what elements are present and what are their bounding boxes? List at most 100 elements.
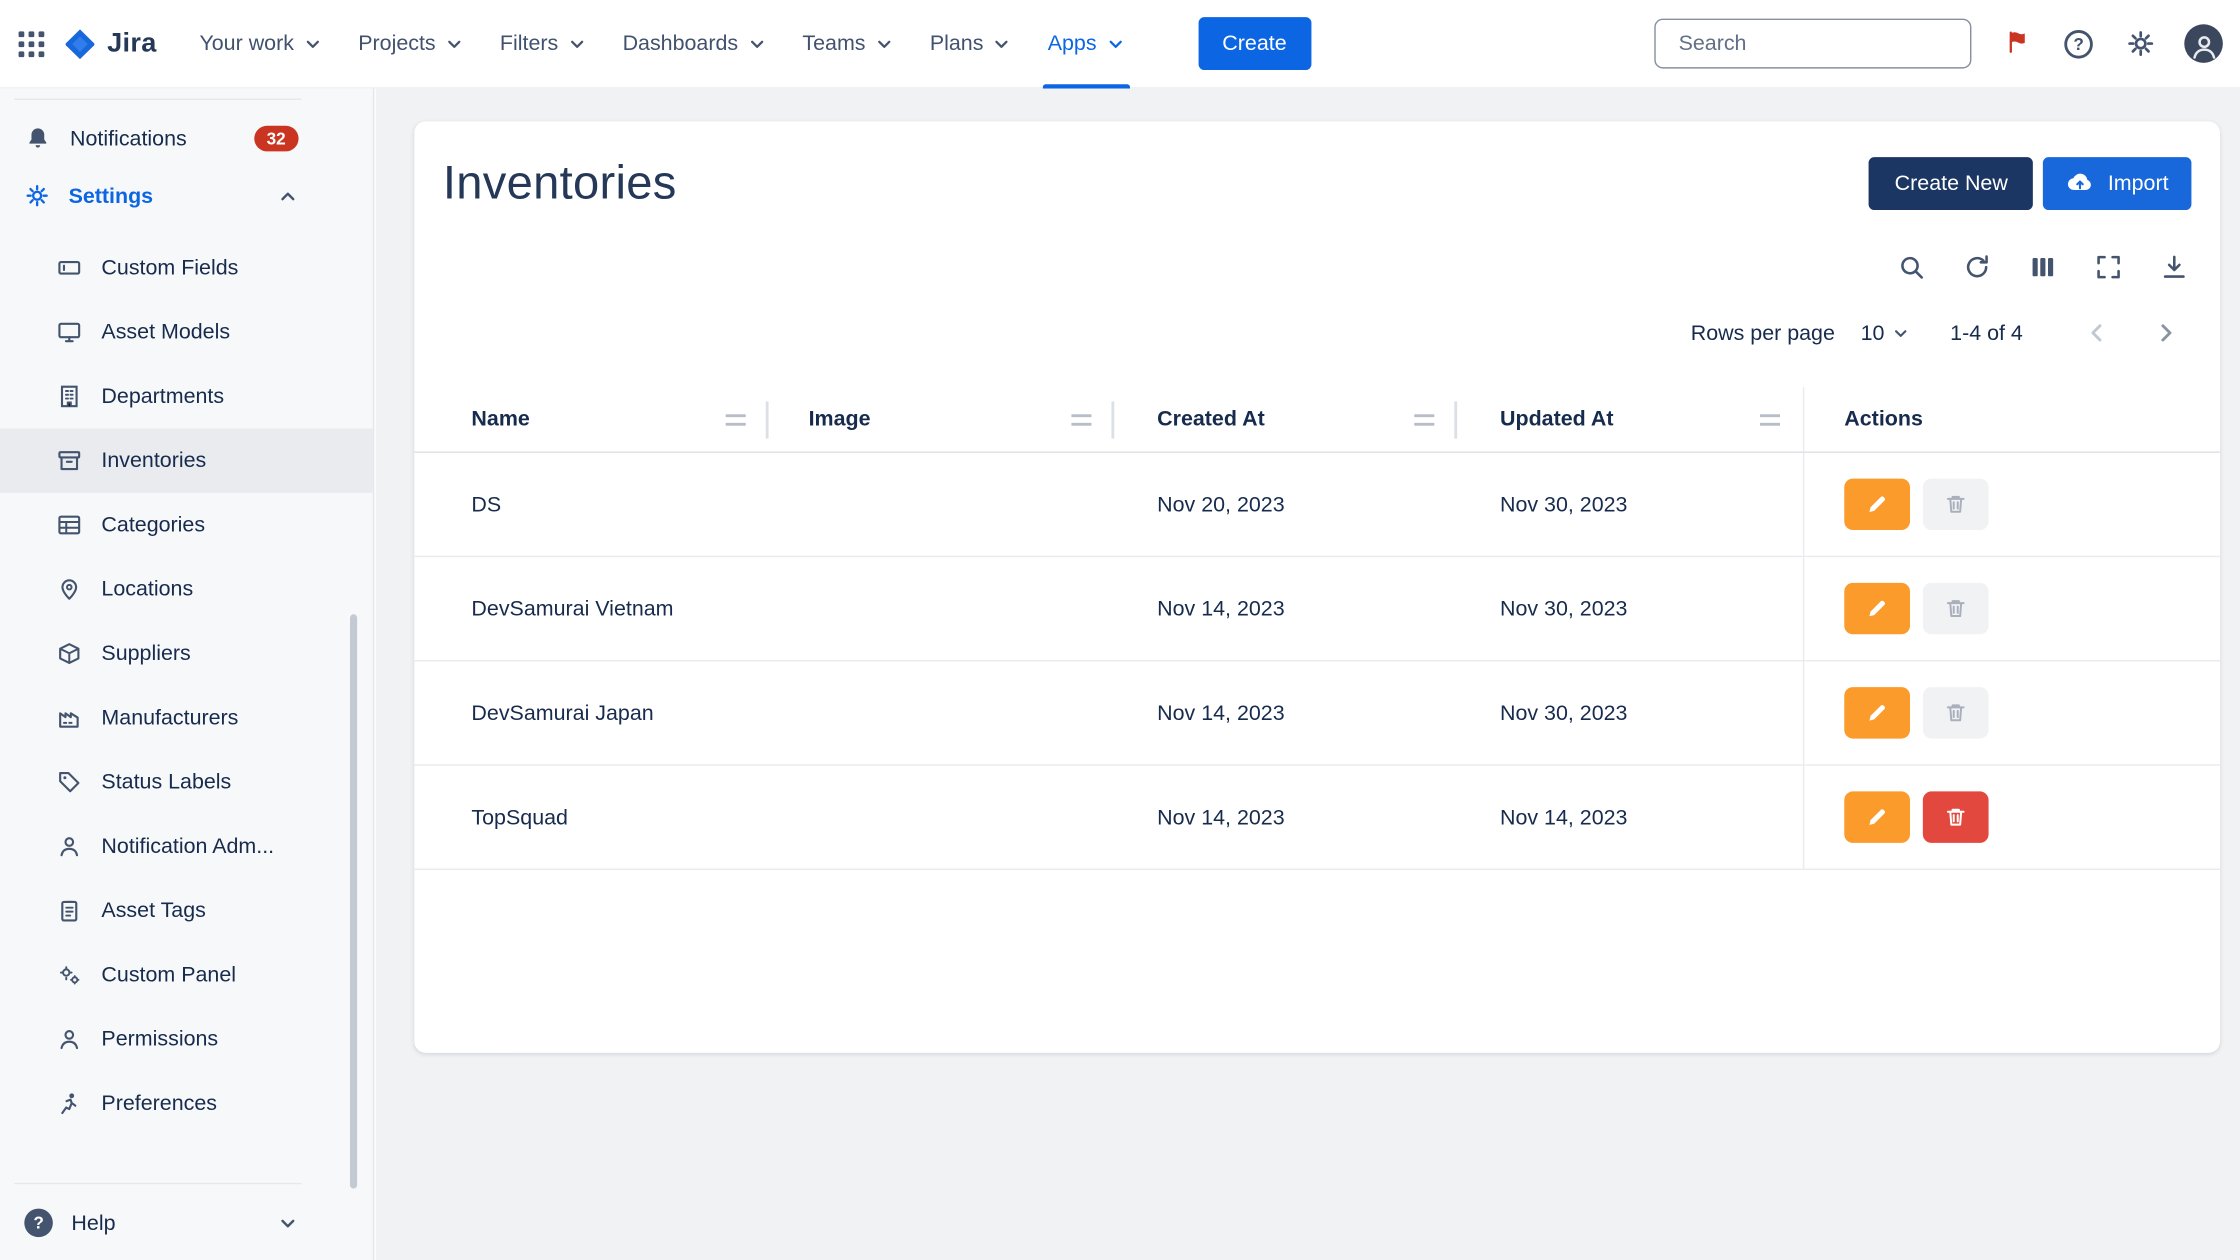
refresh-icon[interactable]	[1963, 253, 1992, 282]
sidebar-item-status-labels[interactable]: Status Labels	[0, 750, 373, 814]
table-row: DevSamurai Vietnam Nov 14, 2023 Nov 30, …	[414, 557, 2220, 661]
table-icon	[57, 513, 81, 537]
person-icon	[2188, 31, 2219, 62]
column-resize-handle[interactable]	[1760, 414, 1780, 425]
column-resize-handle[interactable]	[1071, 414, 1091, 425]
chevron-down-icon	[874, 34, 894, 54]
create-new-button[interactable]: Create New	[1869, 156, 2034, 209]
running-person-icon	[57, 1091, 81, 1115]
sidebar-item-custom-fields[interactable]: Custom Fields	[0, 236, 373, 300]
gears-icon	[57, 963, 81, 987]
chevron-down-icon	[1892, 324, 1911, 343]
chevron-down-icon	[1105, 34, 1125, 54]
primary-nav: Your work Projects Filters Dashboards Te…	[199, 0, 1310, 88]
delete-button	[1923, 583, 1989, 634]
view-columns-icon[interactable]	[2029, 253, 2058, 282]
cell-actions	[1803, 453, 2220, 556]
sidebar-item-inventories[interactable]: Inventories	[0, 429, 373, 493]
nav-filters[interactable]: Filters	[500, 0, 587, 88]
divider	[14, 1183, 301, 1184]
delete-button[interactable]	[1923, 791, 1989, 842]
sidebar-item-asset-tags[interactable]: Asset Tags	[0, 879, 373, 943]
edit-button[interactable]	[1844, 687, 1910, 738]
trash-icon	[1944, 701, 1967, 724]
sidebar-item-notifications[interactable]: Notifications 32	[0, 110, 373, 167]
search-input[interactable]	[1679, 31, 1963, 55]
main-content: Inventories Create New Import Rows per p…	[376, 89, 2240, 1260]
column-header-image: Image	[769, 387, 1115, 451]
sidebar-item-help[interactable]: ? Help	[0, 1194, 373, 1251]
cell-actions	[1803, 557, 2220, 660]
cell-image	[769, 661, 1115, 764]
chevron-left-icon	[2083, 319, 2112, 348]
cell-name: DevSamurai Vietnam	[414, 557, 768, 660]
sidebar-item-custom-panel[interactable]: Custom Panel	[0, 943, 373, 1007]
jira-logo-text: Jira	[107, 28, 156, 59]
nav-projects[interactable]: Projects	[358, 0, 464, 88]
chevron-up-icon	[277, 185, 298, 206]
column-resize-handle[interactable]	[726, 414, 746, 425]
sidebar-item-categories[interactable]: Categories	[0, 493, 373, 557]
person-icon	[57, 1027, 81, 1051]
sidebar-item-permissions[interactable]: Permissions	[0, 1007, 373, 1071]
cell-actions	[1803, 661, 2220, 764]
nav-teams[interactable]: Teams	[802, 0, 894, 88]
import-button[interactable]: Import	[2044, 156, 2192, 209]
app-window: Jira Your work Projects Filters Dashboar…	[0, 0, 2240, 1260]
download-icon[interactable]	[2160, 253, 2189, 282]
tag-icon	[57, 770, 81, 794]
sidebar-item-departments[interactable]: Departments	[0, 364, 373, 428]
inventories-card: Inventories Create New Import Rows per p…	[414, 121, 2220, 1052]
settings-sidebar: Notifications 32 Settings Custom Fields …	[0, 89, 374, 1260]
nav-dashboards[interactable]: Dashboards	[623, 0, 767, 88]
global-search[interactable]	[1654, 19, 1971, 69]
sidebar-scrollbar[interactable]	[350, 614, 357, 1188]
pencil-icon	[1866, 597, 1889, 620]
sidebar-item-asset-models[interactable]: Asset Models	[0, 300, 373, 364]
nav-your-work[interactable]: Your work	[199, 0, 322, 88]
factory-icon	[57, 706, 81, 730]
next-page-button[interactable]	[2149, 316, 2183, 350]
chevron-down-icon	[567, 34, 587, 54]
clipboard-icon	[57, 899, 81, 923]
edit-button[interactable]	[1844, 479, 1910, 530]
user-avatar[interactable]	[2184, 24, 2223, 63]
edit-button[interactable]	[1844, 583, 1910, 634]
help-circle-icon: ?	[24, 1209, 53, 1238]
announcement-flag-icon[interactable]	[2004, 30, 2031, 57]
monitor-icon	[57, 320, 81, 344]
chevron-right-icon	[2151, 319, 2180, 348]
search-icon[interactable]	[1897, 253, 1926, 282]
sidebar-item-suppliers[interactable]: Suppliers	[0, 621, 373, 685]
chevron-down-icon	[303, 34, 323, 54]
jira-logo[interactable]: Jira	[63, 26, 157, 60]
chevron-down-icon	[444, 34, 464, 54]
archive-box-icon	[57, 449, 81, 473]
column-header-created-at: Created At	[1114, 387, 1457, 451]
create-button[interactable]: Create	[1198, 17, 1311, 70]
pencil-icon	[1866, 493, 1889, 516]
sidebar-item-settings[interactable]: Settings	[0, 167, 373, 224]
cell-name: TopSquad	[414, 766, 768, 869]
trash-icon	[1944, 493, 1967, 516]
jira-mark-icon	[63, 26, 97, 60]
app-switcher-icon[interactable]	[6, 18, 57, 69]
cell-image	[769, 766, 1115, 869]
sidebar-item-manufacturers[interactable]: Manufacturers	[0, 686, 373, 750]
help-icon[interactable]: ?	[2064, 29, 2093, 58]
column-header-actions: Actions	[1803, 387, 2220, 451]
delete-button	[1923, 479, 1989, 530]
fullscreen-icon[interactable]	[2094, 253, 2123, 282]
edit-button[interactable]	[1844, 791, 1910, 842]
nav-plans[interactable]: Plans	[930, 0, 1012, 88]
sidebar-item-preferences[interactable]: Preferences	[0, 1071, 373, 1135]
sidebar-item-locations[interactable]: Locations	[0, 557, 373, 621]
sidebar-item-notification-admin[interactable]: Notification Adm...	[0, 814, 373, 878]
nav-apps[interactable]: Apps	[1048, 0, 1125, 88]
settings-gear-icon[interactable]	[2126, 29, 2156, 59]
table-toolbar	[414, 210, 2220, 281]
cell-image	[769, 453, 1115, 556]
rows-per-page-select[interactable]: 10	[1861, 321, 1911, 345]
column-resize-handle[interactable]	[1414, 414, 1434, 425]
cell-updated-at: Nov 30, 2023	[1457, 661, 1803, 764]
